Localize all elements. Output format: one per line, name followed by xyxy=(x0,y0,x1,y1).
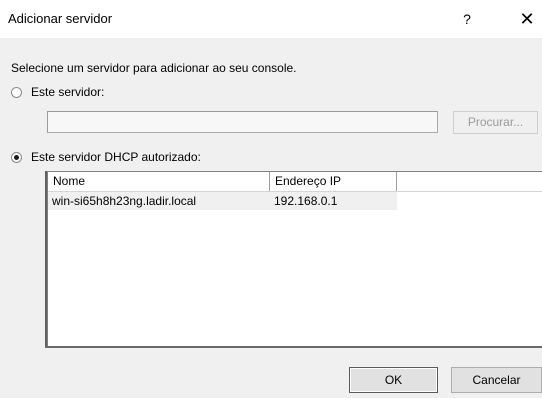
radio-this-server-label: Este servidor: xyxy=(31,85,105,99)
dialog-prompt: Selecione um servidor para adicionar ao … xyxy=(11,61,297,75)
server-list[interactable]: Nome Endereço IP win-si65h8h23ng.ladir.l… xyxy=(47,171,542,348)
help-icon[interactable]: ? xyxy=(452,0,482,38)
listview-border-bottom xyxy=(45,346,542,348)
column-header-ip[interactable]: Endereço IP xyxy=(270,172,397,191)
radio-this-server[interactable]: Este servidor: xyxy=(11,85,171,101)
table-row[interactable]: win-si65h8h23ng.ladir.local 192.168.0.1 xyxy=(48,192,542,210)
close-icon[interactable]: ✕ xyxy=(512,0,542,38)
radio-dhcp-server-label: Este servidor DHCP autorizado: xyxy=(31,150,201,164)
list-header: Nome Endereço IP xyxy=(48,172,542,192)
radio-dhcp-server-circle[interactable] xyxy=(11,152,22,163)
cell-server-name: win-si65h8h23ng.ladir.local xyxy=(48,192,270,210)
dialog-body: Selecione um servidor para adicionar ao … xyxy=(0,38,542,398)
browse-button[interactable]: Procurar... xyxy=(453,111,538,134)
cancel-button[interactable]: Cancelar xyxy=(451,367,542,393)
cell-server-ip: 192.168.0.1 xyxy=(270,192,397,210)
column-header-empty[interactable] xyxy=(397,172,542,191)
ok-button[interactable]: OK xyxy=(349,367,438,393)
column-header-name[interactable]: Nome xyxy=(48,172,270,191)
window-title: Adicionar servidor xyxy=(8,11,113,26)
radio-this-server-circle[interactable] xyxy=(11,87,22,98)
radio-dhcp-server[interactable]: Este servidor DHCP autorizado: xyxy=(11,150,251,166)
server-name-input[interactable] xyxy=(47,111,438,133)
title-bar: Adicionar servidor ? ✕ xyxy=(0,0,542,38)
